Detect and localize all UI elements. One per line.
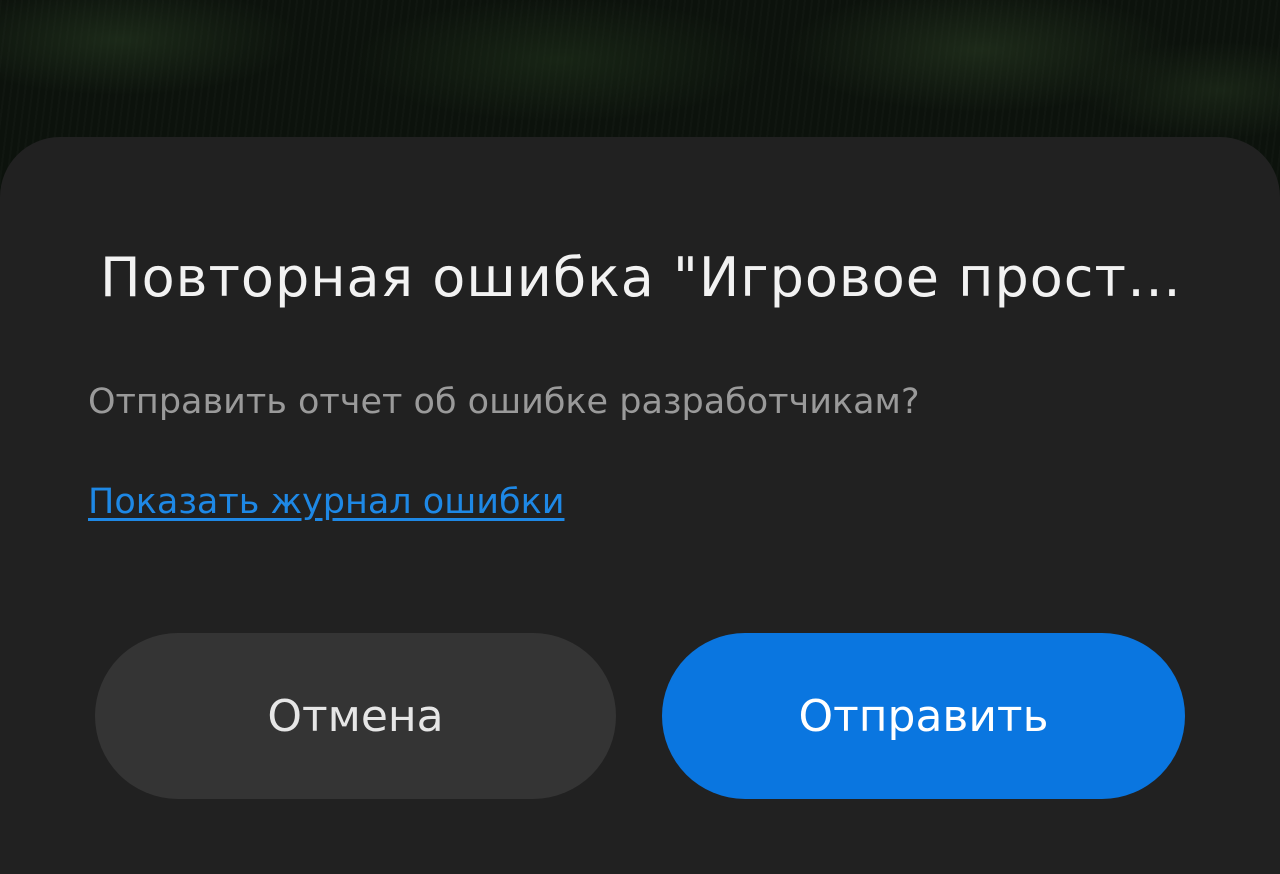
send-button[interactable]: Отправить (662, 633, 1185, 799)
error-report-dialog: Повторная ошибка "Игровое пространство" … (0, 137, 1280, 874)
dialog-message: Отправить отчет об ошибке разработчикам? (88, 382, 920, 422)
dialog-title: Повторная ошибка "Игровое пространство" (100, 248, 1190, 308)
show-error-log-link[interactable]: Показать журнал ошибки (88, 481, 564, 523)
cancel-button[interactable]: Отмена (95, 633, 616, 799)
